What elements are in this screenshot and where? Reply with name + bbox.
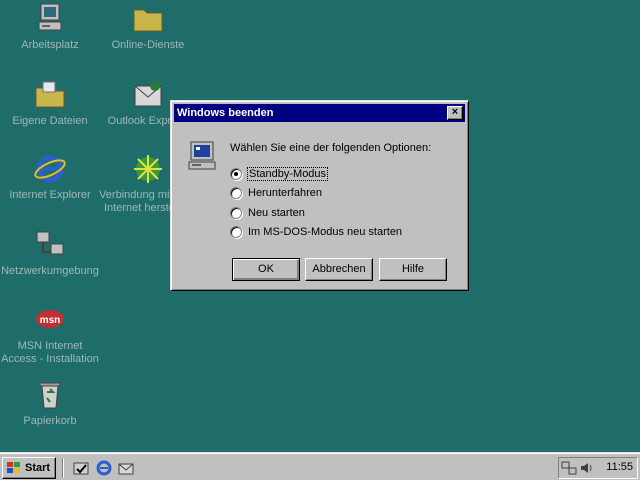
volume-icon[interactable] [579,460,595,476]
clock: 11:55 [606,461,633,473]
shutdown-computer-icon [185,139,219,173]
show-desktop-icon [73,462,89,475]
desktop-icon-label: Internet Explorer [9,189,91,201]
quicklaunch-internet-explorer[interactable] [95,459,113,477]
radio-ms-dos[interactable] [230,226,242,238]
close-button[interactable]: × [447,106,463,120]
option-label: Standby-Modus [246,167,329,181]
radio-standby[interactable] [230,168,242,180]
desktop-icon-label: Online-Dienste [111,39,185,51]
svg-text:msn: msn [40,315,61,326]
option-label: Im MS-DOS-Modus neu starten [248,226,403,238]
internet-explorer-icon [96,460,112,476]
radio-neu-starten[interactable] [230,207,242,219]
folder-icon [131,2,165,36]
desktop-icon-label: Papierkorb [23,415,77,427]
system-tray: 11:55 [558,457,638,479]
quicklaunch-show-desktop[interactable] [72,459,90,477]
ok-button[interactable]: OK [232,258,300,281]
cancel-button[interactable]: Abbrechen [305,258,373,281]
option-herunterfahren[interactable]: Herunterfahren [230,185,322,201]
network-icon [33,228,67,262]
dialog-titlebar[interactable]: Windows beenden × [174,104,465,122]
close-icon: × [451,106,459,118]
msn-icon: msn [33,303,67,337]
network-tray-icon[interactable] [561,460,577,476]
mail-icon [118,463,134,475]
start-label: Start [25,462,51,474]
quicklaunch-outlook-express[interactable] [117,459,135,477]
start-button[interactable]: Start [2,457,56,479]
windows-logo-icon [6,461,22,475]
option-neu-starten[interactable]: Neu starten [230,205,305,221]
option-label: Neu starten [248,207,305,219]
help-button[interactable]: Hilfe [379,258,447,281]
option-standby[interactable]: Standby-Modus [230,166,329,182]
desktop-icon-online-dienste[interactable]: Online-Dienste [98,2,198,52]
desktop-icon-internet-explorer[interactable]: Internet Explorer [0,152,100,202]
desktop-icon-eigene-dateien[interactable]: Eigene Dateien [0,78,100,128]
folder-icon [33,78,67,112]
option-ms-dos[interactable]: Im MS-DOS-Modus neu starten [230,224,402,240]
desktop-icon-label: MSN Internet Access - Installation [1,340,99,365]
desktop-icon-netzwerkumgebung[interactable]: Netzwerkumgebung [0,228,100,278]
connection-wizard-icon [131,152,165,186]
taskbar-separator [62,458,64,478]
desktop-icon-msn-access[interactable]: msn MSN Internet Access - Installation [0,303,100,366]
desktop-icon-label: Eigene Dateien [12,115,88,127]
shutdown-dialog: Windows beenden × Wählen Sie eine der fo… [170,100,469,291]
desktop-icon-papierkorb[interactable]: Papierkorb [0,378,100,428]
taskbar: Start 11:55 [0,452,640,480]
radio-herunterfahren[interactable] [230,187,242,199]
my-computer-icon [33,2,67,36]
internet-explorer-icon [33,152,67,186]
dialog-title: Windows beenden [177,107,274,119]
desktop-icon-label: Arbeitsplatz [21,39,79,51]
desktop-icon-arbeitsplatz[interactable]: Arbeitsplatz [0,2,100,52]
recycle-bin-icon [33,378,67,412]
desktop-icon-label: Netzwerkumgebung [1,265,99,277]
option-label: Herunterfahren [248,187,322,199]
dialog-prompt: Wählen Sie eine der folgenden Optionen: [230,142,432,154]
mail-icon [131,78,165,112]
